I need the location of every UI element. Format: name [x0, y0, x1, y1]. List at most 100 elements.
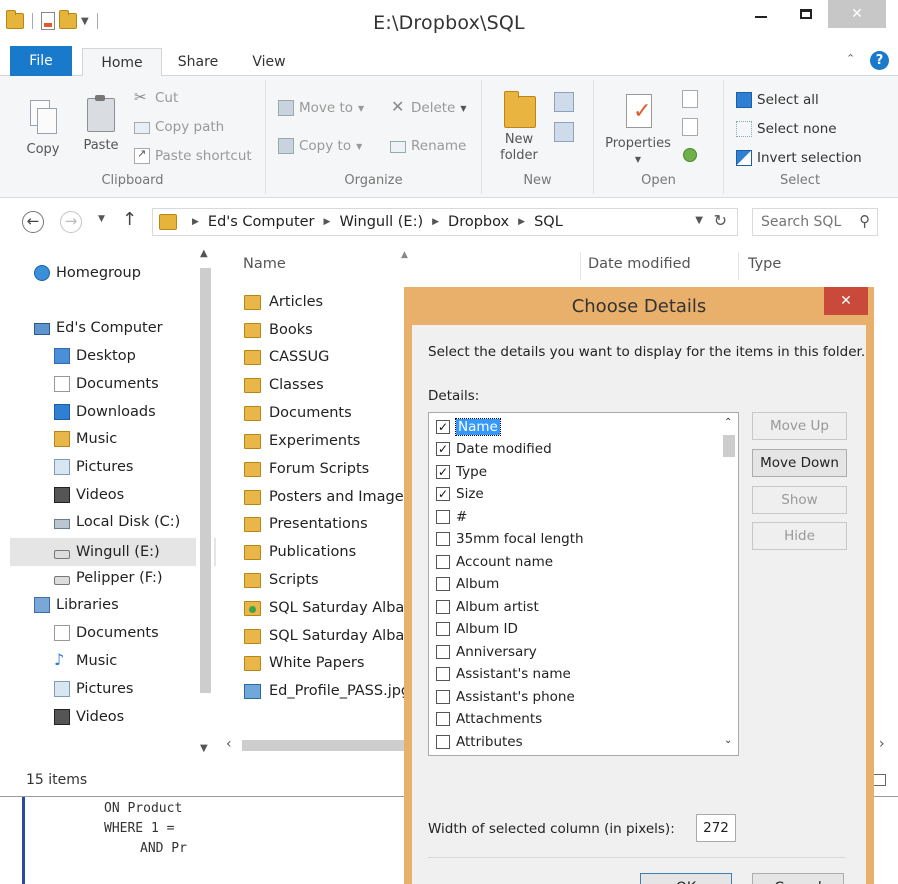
new-folder-button[interactable]: New folder	[496, 88, 542, 164]
properties-button[interactable]: Properties ▼	[602, 92, 674, 168]
detail-item-album-id[interactable]: Album ID	[436, 619, 518, 639]
cut-button[interactable]: Cut	[134, 88, 178, 106]
move-up-button[interactable]: Move Up	[752, 412, 847, 440]
nav-item-library-pictures[interactable]: Pictures	[54, 681, 133, 697]
ok-button[interactable]: OK	[640, 873, 732, 884]
detail-item-account-name[interactable]: Account name	[436, 552, 553, 572]
file-row[interactable]: Publications	[244, 544, 356, 560]
nav-item-videos[interactable]: Videos	[54, 487, 124, 503]
up-arrow-icon[interactable]: ↑	[122, 209, 137, 230]
nav-item-libraries[interactable]: Libraries	[34, 597, 119, 613]
detail-item-date-modified[interactable]: ✓ Date modified	[436, 439, 552, 459]
detail-item-album-artist[interactable]: Album artist	[436, 597, 539, 617]
detail-item-size[interactable]: ✓ Size	[436, 484, 484, 504]
breadcrumb-drive[interactable]: Wingull (E:)	[339, 214, 423, 230]
edit-icon[interactable]	[682, 118, 698, 136]
breadcrumb-separator-icon[interactable]: ▶	[192, 217, 199, 227]
dialog-close-button[interactable]: ✕	[824, 287, 868, 315]
nav-item-local-disk[interactable]: Local Disk (C:)	[54, 514, 180, 530]
delete-button[interactable]: Delete ▼	[390, 97, 467, 116]
checkbox[interactable]	[436, 622, 450, 636]
details-list-scrollbar[interactable]: ⌃ ⌄	[720, 413, 738, 755]
detail-item-assistants-name[interactable]: Assistant's name	[436, 664, 571, 684]
ribbon-collapse-icon[interactable]: ⌃	[846, 52, 855, 65]
detail-item-name[interactable]: ✓ Name	[436, 417, 501, 437]
scroll-left-icon[interactable]: ‹	[226, 736, 232, 752]
detail-item-attributes[interactable]: Attributes	[436, 732, 523, 752]
checkbox[interactable]	[436, 690, 450, 704]
nav-item-music[interactable]: Music	[54, 431, 117, 447]
scroll-down-icon[interactable]: ▼	[200, 743, 208, 754]
search-icon[interactable]: ⚲	[859, 212, 870, 230]
checkbox[interactable]	[436, 555, 450, 569]
checkbox[interactable]	[436, 712, 450, 726]
select-none-button[interactable]: Select none	[736, 121, 837, 137]
copy-button[interactable]: Copy	[18, 98, 68, 158]
column-header-date-modified[interactable]: Date modified	[588, 256, 691, 272]
search-box[interactable]: ⚲	[752, 208, 878, 236]
tab-file[interactable]: File	[10, 46, 72, 76]
scrollbar-thumb[interactable]	[242, 740, 412, 751]
move-to-button[interactable]: Move to ▼	[278, 100, 364, 116]
file-row[interactable]: SQL Saturday Alban	[244, 628, 413, 644]
refresh-icon[interactable]: ↻	[714, 211, 727, 230]
checkbox[interactable]	[436, 735, 450, 749]
column-header-name[interactable]: Name	[243, 256, 286, 272]
nav-item-homegroup[interactable]: Homegroup	[34, 265, 141, 281]
file-row[interactable]: SQL Saturday Alban	[244, 600, 413, 616]
move-down-button[interactable]: Move Down	[752, 449, 847, 477]
file-row[interactable]: Posters and Images	[244, 489, 411, 505]
nav-item-wingull[interactable]: Wingull (E:)	[10, 538, 216, 566]
forward-button[interactable]: →	[60, 211, 82, 233]
rename-button[interactable]: Rename	[390, 138, 466, 154]
file-row[interactable]: Ed_Profile_PASS.jpg	[244, 683, 410, 699]
invert-selection-button[interactable]: Invert selection	[736, 150, 862, 166]
checkbox[interactable]: ✓	[436, 465, 450, 479]
detail-item-focal-length[interactable]: 35mm focal length	[436, 529, 584, 549]
help-icon[interactable]: ?	[870, 51, 889, 70]
nav-item-library-music[interactable]: ♪ Music	[54, 652, 117, 670]
checkbox[interactable]: ✓	[436, 442, 450, 456]
nav-item-eds-computer[interactable]: Ed's Computer	[34, 320, 163, 336]
easy-access-icon[interactable]	[554, 122, 574, 142]
search-input[interactable]	[753, 209, 853, 235]
breadcrumb-separator-icon[interactable]: ▶	[432, 217, 439, 227]
open-icon[interactable]	[682, 90, 698, 108]
checkbox[interactable]	[436, 532, 450, 546]
address-dropdown-icon[interactable]: ▼	[695, 215, 703, 226]
back-button[interactable]: ←	[22, 211, 44, 233]
checkbox[interactable]	[436, 577, 450, 591]
tab-share[interactable]: Share	[170, 48, 226, 76]
scroll-up-icon[interactable]: ▲	[200, 248, 208, 259]
file-row[interactable]: CASSUG	[244, 349, 329, 365]
nav-item-pictures[interactable]: Pictures	[54, 459, 133, 475]
column-width-input[interactable]	[696, 814, 736, 842]
select-all-button[interactable]: Select all	[736, 92, 819, 108]
recent-locations-icon[interactable]: ▼	[98, 214, 105, 224]
breadcrumb-separator-icon[interactable]: ▶	[324, 217, 331, 227]
show-button[interactable]: Show	[752, 486, 847, 514]
nav-item-library-videos[interactable]: Videos	[54, 709, 124, 725]
file-row[interactable]: Experiments	[244, 433, 360, 449]
details-view-icon[interactable]	[872, 774, 886, 786]
nav-item-desktop[interactable]: Desktop	[54, 348, 136, 364]
nav-pane-scrollbar[interactable]: ▲ ▼	[196, 248, 214, 754]
file-row[interactable]: Forum Scripts	[244, 461, 369, 477]
scroll-up-icon[interactable]: ⌃	[724, 417, 732, 428]
breadcrumb-computer[interactable]: Ed's Computer	[208, 214, 315, 230]
details-list[interactable]: ✓ Name ✓ Date modified ✓ Type ✓ Size # 35mm …	[428, 412, 739, 756]
history-icon[interactable]	[683, 148, 697, 162]
scroll-right-icon[interactable]: ›	[879, 736, 885, 752]
detail-item-anniversary[interactable]: Anniversary	[436, 642, 537, 662]
copy-to-button[interactable]: Copy to ▼	[278, 138, 362, 154]
file-row[interactable]: Documents	[244, 405, 352, 421]
address-bar[interactable]: ▶ Ed's Computer ▶ Wingull (E:) ▶ Dropbox…	[152, 208, 738, 236]
copy-path-button[interactable]: Copy path	[134, 119, 224, 135]
scroll-down-icon[interactable]: ⌄	[724, 735, 732, 746]
maximize-button[interactable]	[783, 0, 828, 28]
tab-view[interactable]: View	[244, 48, 294, 76]
checkbox[interactable]	[436, 645, 450, 659]
close-button[interactable]: ✕	[828, 0, 886, 28]
tab-home[interactable]: Home	[82, 48, 162, 78]
file-row[interactable]: Scripts	[244, 572, 319, 588]
